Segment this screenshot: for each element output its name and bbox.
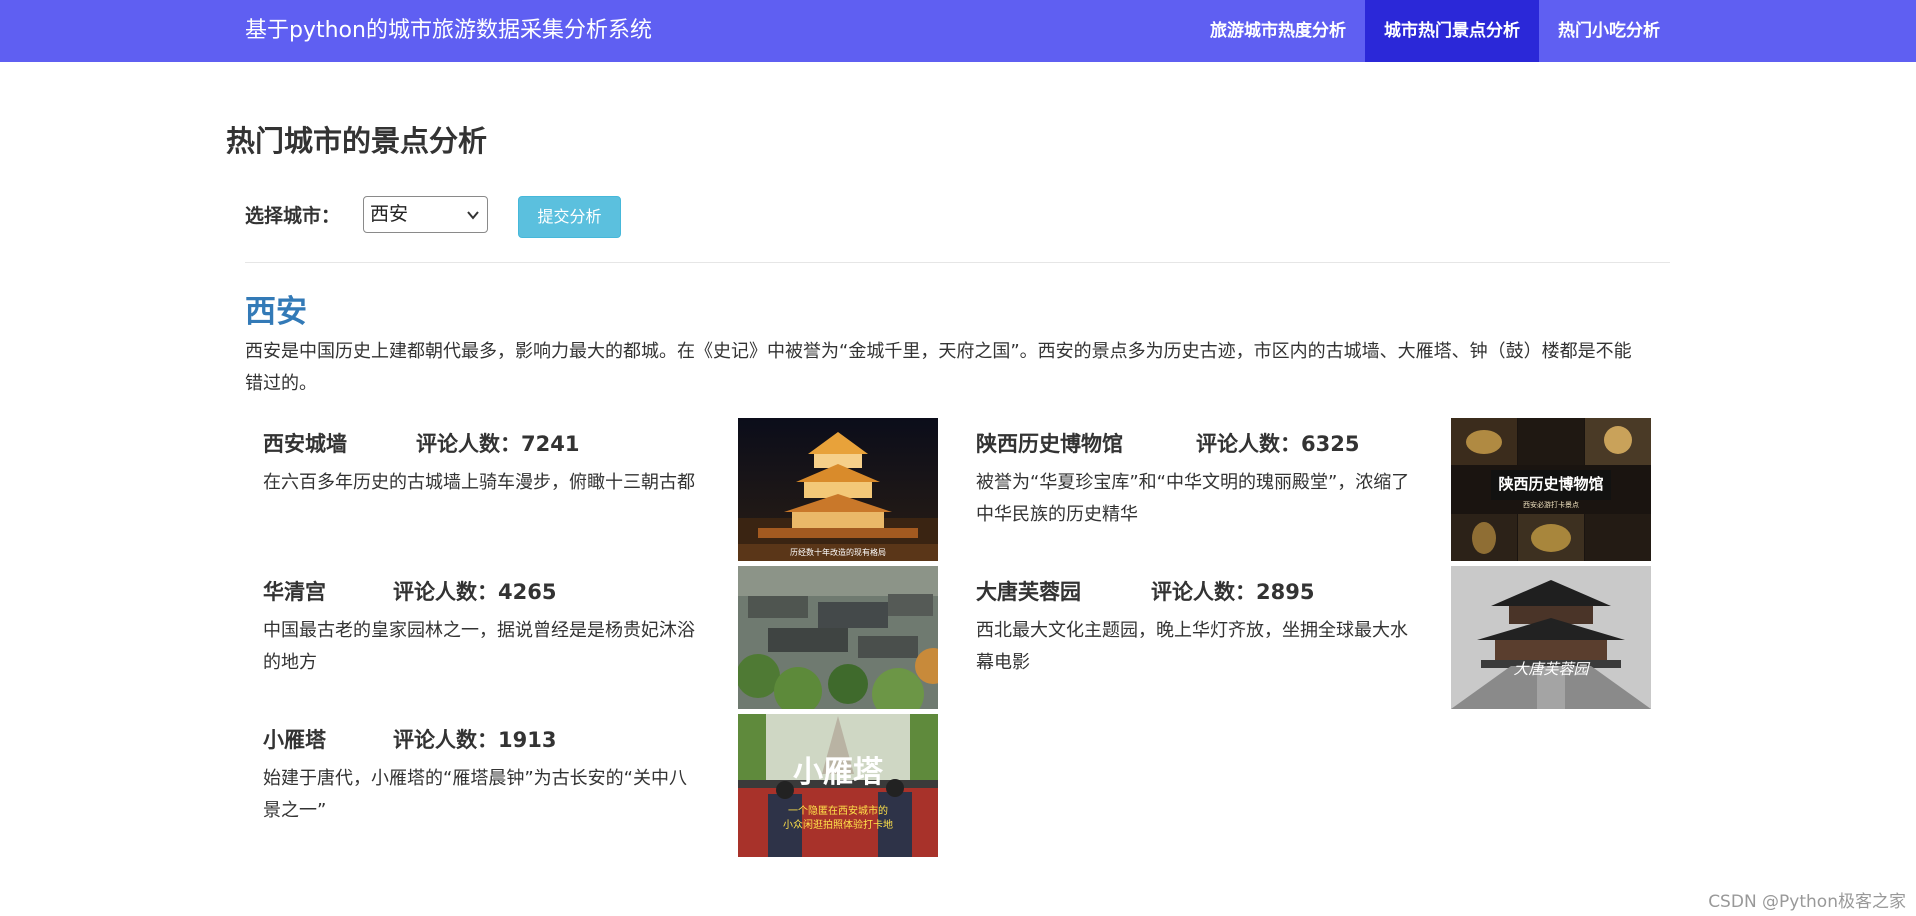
attraction-name: 大唐芙蓉园 — [976, 580, 1081, 604]
attraction-description: 始建于唐代，小雁塔的“雁塔晨钟”为古长安的“关中八景之一” — [263, 768, 687, 821]
csdn-watermark: CSDN @Python极客之家 — [1708, 892, 1906, 912]
attraction-card: 大唐芙蓉园 评论人数：2895 西北最大文化主题园，晚上华灯齐放，坐拥全球最大水… — [976, 566, 1676, 709]
small-goose-pagoda-photo-icon: 小雁塔 一个隐匿在西安城市的 小众闲逛拍照体验打卡地 — [738, 714, 938, 857]
city-description: 西安是中国历史上建都朝代最多，影响力最大的都城。在《史记》中被誉为“金城千里，天… — [245, 341, 1632, 394]
chevron-down-icon — [467, 211, 479, 220]
attraction-card: 华清宫 评论人数：4265 中国最古老的皇家园林之一，据说曾经是是杨贵妃沐浴的地… — [263, 566, 963, 709]
city-wall-night-photo-icon: 历经数十年改造的现有格局 — [738, 418, 938, 561]
attraction-card: 小雁塔 评论人数：1913 始建于唐代，小雁塔的“雁塔晨钟”为古长安的“关中八景… — [263, 714, 963, 857]
review-count: 评论人数：2895 — [1151, 580, 1315, 604]
page-title: 热门城市的景点分析 — [226, 124, 488, 158]
attraction-description: 中国最古老的皇家园林之一，据说曾经是是杨贵妃沐浴的地方 — [263, 620, 695, 673]
attraction-name: 陕西历史博物馆 — [976, 432, 1123, 456]
thumb-title: 小雁塔 — [793, 755, 884, 790]
attraction-name: 华清宫 — [263, 580, 326, 604]
city-heading: 西安 — [245, 294, 307, 330]
city-select-label: 选择城市： — [245, 205, 341, 227]
thumb-subtitle: 一个隐匿在西安城市的 — [788, 804, 888, 817]
thumb-title: 大唐芙蓉园 — [1513, 660, 1590, 678]
submit-analysis-button[interactable]: 提交分析 — [518, 196, 621, 238]
attraction-description: 西北最大文化主题园，晚上华灯齐放，坐拥全球最大水幕电影 — [976, 620, 1408, 673]
museum-artifacts-photo-icon: 陕西历史博物馆 西安必游打卡景点 — [1451, 418, 1651, 561]
top-navbar: 基于python的城市旅游数据采集分析系统 旅游城市热度分析 城市热门景点分析 … — [0, 0, 1916, 62]
app-brand[interactable]: 基于python的城市旅游数据采集分析系统 — [245, 0, 652, 62]
attraction-description: 在六百多年历史的古城墙上骑车漫步，俯瞰十三朝古都 — [263, 472, 695, 493]
attraction-card: 陕西历史博物馆 评论人数：6325 被誉为“华夏珍宝库”和“中华文明的瑰丽殿堂”… — [976, 418, 1676, 561]
thumb-title: 陕西历史博物馆 — [1498, 475, 1603, 493]
review-count: 评论人数：7241 — [416, 432, 580, 456]
tang-park-pavilion-photo-icon: 大唐芙蓉园 — [1451, 566, 1651, 709]
thumb-subtitle-2: 小众闲逛拍照体验打卡地 — [783, 818, 893, 831]
review-count: 评论人数：6325 — [1196, 432, 1360, 456]
thumb-caption: 历经数十年改造的现有格局 — [790, 547, 886, 557]
review-count: 评论人数：1913 — [393, 728, 557, 752]
city-select[interactable]: 西安 — [363, 196, 488, 233]
palace-aerial-photo-icon — [738, 566, 938, 709]
nav-item-snacks[interactable]: 热门小吃分析 — [1539, 0, 1679, 62]
city-select-value: 西安 — [370, 203, 409, 225]
divider — [245, 262, 1670, 263]
review-count: 评论人数：4265 — [393, 580, 557, 604]
nav-item-hot-attractions[interactable]: 城市热门景点分析 — [1365, 0, 1539, 62]
nav-item-city-heat[interactable]: 旅游城市热度分析 — [1191, 0, 1365, 62]
attraction-name: 西安城墙 — [263, 432, 347, 456]
attraction-description: 被誉为“华夏珍宝库”和“中华文明的瑰丽殿堂”，浓缩了中华民族的历史精华 — [976, 472, 1410, 525]
attraction-name: 小雁塔 — [263, 728, 326, 752]
thumb-subtitle: 西安必游打卡景点 — [1523, 500, 1579, 509]
nav-menu: 旅游城市热度分析 城市热门景点分析 热门小吃分析 — [1191, 0, 1679, 62]
attraction-card: 西安城墙 评论人数：7241 在六百多年历史的古城墙上骑车漫步，俯瞰十三朝古都 … — [263, 418, 963, 561]
